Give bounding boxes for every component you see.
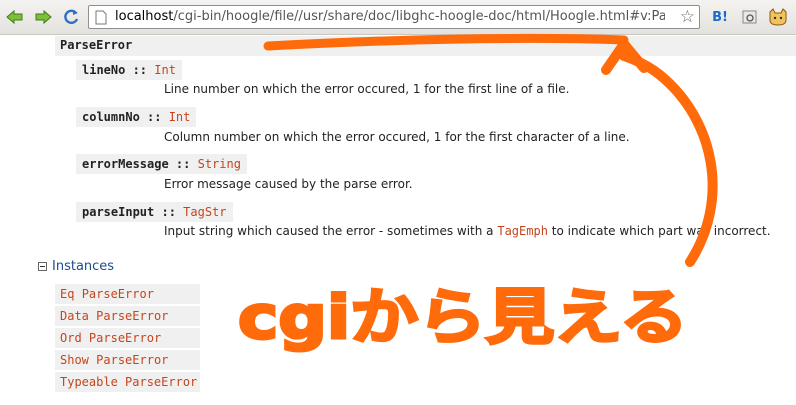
documentation-pane: ParseError lineNo :: Int Line number on …	[0, 35, 796, 405]
field-name: parseInput	[82, 205, 155, 219]
back-arrow-icon	[6, 9, 23, 25]
browser-toolbar: localhost/cgi-bin/hoogle/file//usr/share…	[0, 0, 796, 35]
instance-class-link[interactable]: Typeable	[60, 375, 118, 389]
field-description: Input string which caused the error - so…	[164, 224, 771, 238]
instance-class-link[interactable]: Eq	[60, 287, 74, 301]
instance-class-link[interactable]: Ord	[60, 331, 82, 345]
instance-class-link[interactable]: Data	[60, 309, 89, 323]
field-signature-lineno: lineNo :: Int	[76, 60, 182, 80]
field-type-link[interactable]: String	[198, 157, 241, 171]
back-button[interactable]	[4, 6, 26, 28]
address-bar[interactable]: localhost/cgi-bin/hoogle/file//usr/share…	[88, 5, 700, 29]
bookmark-star-icon[interactable]: ☆	[680, 7, 695, 27]
type-name: ParseError	[60, 38, 133, 52]
forward-button[interactable]	[32, 6, 54, 28]
instance-type-link[interactable]: ParseError	[89, 331, 161, 345]
envelope-icon	[742, 10, 757, 24]
instance-item: Typeable ParseError	[55, 372, 200, 392]
field-signature-errormessage: errorMessage :: String	[76, 154, 247, 174]
instances-heading: Instances	[52, 259, 115, 274]
instance-type-link[interactable]: ParseError	[96, 353, 168, 367]
instance-type-link[interactable]: ParseError	[82, 287, 154, 301]
field-name: lineNo	[82, 63, 126, 77]
url-text[interactable]: localhost/cgi-bin/hoogle/file//usr/share…	[115, 9, 665, 24]
cat-face-icon	[769, 8, 787, 26]
hatena-b-label: B!	[712, 9, 728, 25]
hatena-bookmark-button[interactable]: B!	[710, 7, 730, 27]
field-description: Line number on which the error occured, …	[164, 82, 570, 96]
instance-item: Ord ParseError	[55, 328, 200, 348]
reload-button[interactable]	[60, 6, 82, 28]
reload-icon	[64, 9, 79, 25]
forward-arrow-icon	[35, 9, 52, 25]
page-icon	[95, 10, 107, 25]
field-type-link[interactable]: TagStr	[183, 205, 226, 219]
mail-extension-icon[interactable]	[740, 7, 760, 27]
instance-item: Eq ParseError	[55, 284, 200, 304]
field-description: Column number on which the error occured…	[164, 130, 630, 144]
field-signature-parseinput: parseInput :: TagStr	[76, 202, 233, 222]
field-signature-columnno: columnNo :: Int	[76, 107, 197, 127]
collapse-icon[interactable]	[38, 262, 47, 271]
instances-section-toggle[interactable]: Instances	[38, 259, 114, 274]
field-description: Error message caused by the parse error.	[164, 177, 413, 191]
instance-item: Data ParseError	[55, 306, 200, 326]
instance-type-link[interactable]: ParseError	[96, 309, 168, 323]
tagemph-link[interactable]: TagEmph	[497, 224, 548, 238]
instance-type-link[interactable]: ParseError	[125, 375, 197, 389]
cat-extension-icon[interactable]	[768, 7, 788, 27]
field-name: columnNo	[82, 110, 140, 124]
instance-item: Show ParseError	[55, 350, 200, 370]
field-type-link[interactable]: Int	[169, 110, 191, 124]
type-header: ParseError	[55, 36, 796, 56]
instance-class-link[interactable]: Show	[60, 353, 89, 367]
field-name: errorMessage	[82, 157, 169, 171]
field-type-link[interactable]: Int	[154, 63, 176, 77]
